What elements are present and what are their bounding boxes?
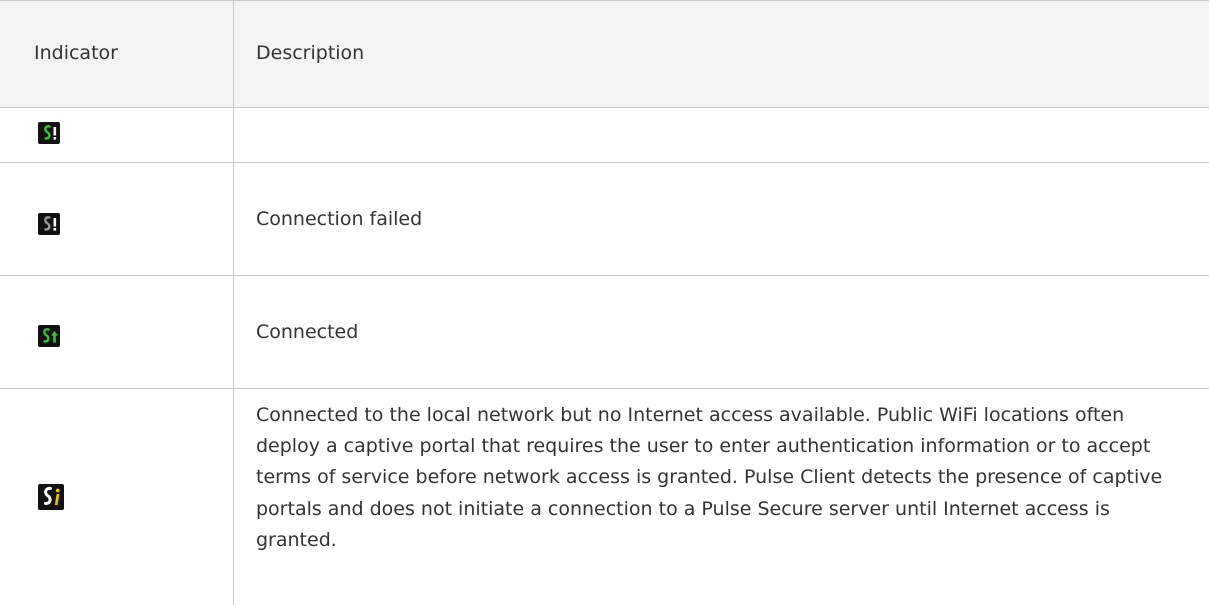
table-row xyxy=(0,108,1209,163)
row-description: Connected xyxy=(256,321,359,343)
pulse-captive-portal-icon xyxy=(38,484,64,510)
header-indicator: Indicator xyxy=(34,42,118,64)
header-description: Description xyxy=(256,42,365,64)
indicator-table: Indicator Description Connection failed xyxy=(0,0,1209,605)
row-description: Connection failed xyxy=(256,208,423,230)
column-divider xyxy=(233,0,234,605)
pulse-connected-icon xyxy=(38,325,60,347)
table-row: Connected to the local network but no In… xyxy=(0,389,1209,605)
pulse-alert-green-icon xyxy=(38,122,60,144)
table-row: Connection failed xyxy=(0,163,1209,276)
table-header-row: Indicator Description xyxy=(0,0,1209,108)
row-description: Connected to the local network but no In… xyxy=(256,404,1163,551)
pulse-alert-gray-icon xyxy=(38,213,60,235)
table-row: Connected xyxy=(0,276,1209,389)
